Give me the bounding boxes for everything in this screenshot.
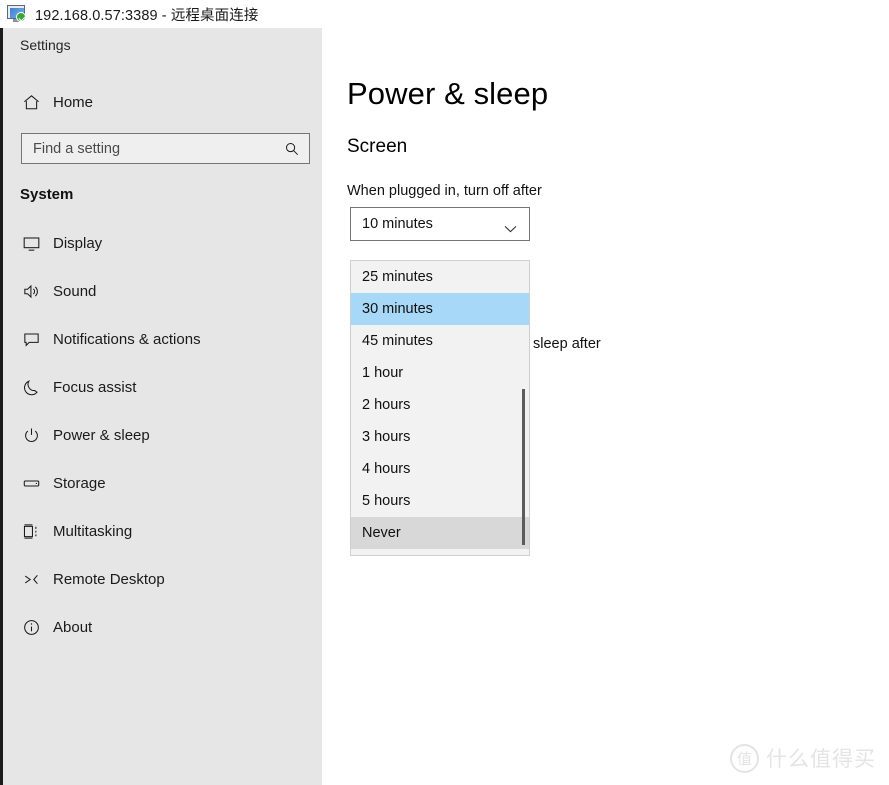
- sidebar-item-display[interactable]: Display: [3, 224, 322, 262]
- dropdown-option[interactable]: 45 minutes: [351, 325, 529, 357]
- settings-sidebar: Settings Home System: [3, 28, 322, 785]
- sidebar-item-multitasking[interactable]: Multitasking: [3, 512, 322, 550]
- dropdown-option[interactable]: 1 hour: [351, 357, 529, 389]
- chevron-down-icon[interactable]: [504, 220, 517, 233]
- sidebar-item-about-label: About: [53, 618, 93, 636]
- sidebar-item-notifications[interactable]: Notifications & actions: [3, 320, 322, 358]
- sidebar-item-storage-label: Storage: [53, 474, 106, 492]
- storage-icon: [20, 472, 42, 494]
- sidebar-item-multitasking-label: Multitasking: [53, 522, 133, 540]
- home-icon: [20, 91, 42, 113]
- section-heading-screen: Screen: [347, 136, 408, 157]
- sidebar-item-focus-assist-label: Focus assist: [53, 378, 137, 396]
- sidebar-item-home[interactable]: Home: [3, 83, 322, 121]
- sidebar-item-storage[interactable]: Storage: [3, 464, 322, 502]
- rdp-title-bar: 192.168.0.57:3389 - 远程桌面连接: [0, 0, 889, 28]
- dropdown-option[interactable]: 5 hours: [351, 485, 529, 517]
- main-content: Power & sleep Screen When plugged in, tu…: [325, 28, 889, 785]
- screen-turn-off-combobox-value: 10 minutes: [362, 216, 433, 232]
- sidebar-item-display-label: Display: [53, 234, 103, 252]
- monitor-icon: [20, 232, 42, 254]
- dropdown-scrollbar-thumb[interactable]: [522, 389, 525, 545]
- sidebar-item-focus-assist[interactable]: Focus assist: [3, 368, 322, 406]
- moon-icon: [20, 376, 42, 398]
- screen-turn-off-combobox[interactable]: 10 minutes: [350, 207, 530, 241]
- search-icon[interactable]: [284, 141, 300, 157]
- dropdown-option[interactable]: 2 hours: [351, 389, 529, 421]
- page-title: Power & sleep: [347, 76, 549, 111]
- sidebar-item-notifications-label: Notifications & actions: [53, 330, 201, 348]
- remote-desktop-arrows-icon: [20, 568, 42, 590]
- speaker-icon: [20, 280, 42, 302]
- dropdown-scrollbar[interactable]: [521, 261, 525, 555]
- dropdown-option-selected[interactable]: 30 minutes: [351, 293, 529, 325]
- notification-icon: [20, 328, 42, 350]
- multitasking-icon: [20, 520, 42, 542]
- search-box[interactable]: [21, 133, 310, 164]
- dropdown-option[interactable]: 4 hours: [351, 453, 529, 485]
- label-when-plugged-in-turn-off-after: When plugged in, turn off after: [347, 183, 542, 199]
- dropdown-option[interactable]: 3 hours: [351, 421, 529, 453]
- rdp-title-text: 192.168.0.57:3389 - 远程桌面连接: [35, 7, 259, 24]
- label-sleep-after-partial: sleep after: [533, 336, 601, 352]
- info-icon: [20, 616, 42, 638]
- sidebar-item-power-and-sleep[interactable]: Power & sleep: [3, 416, 322, 454]
- remote-desktop-icon: [7, 5, 27, 23]
- screen-turn-off-dropdown-list[interactable]: 25 minutes 30 minutes 45 minutes 1 hour …: [350, 260, 530, 556]
- sidebar-item-home-label: Home: [53, 93, 94, 111]
- dropdown-option-hovered[interactable]: Never: [351, 517, 529, 549]
- sidebar-item-power-and-sleep-label: Power & sleep: [53, 426, 150, 444]
- sidebar-item-remote-desktop-label: Remote Desktop: [53, 570, 165, 588]
- search-input[interactable]: [22, 134, 283, 163]
- sidebar-item-sound[interactable]: Sound: [3, 272, 322, 310]
- dropdown-option[interactable]: 25 minutes: [351, 261, 529, 293]
- sidebar-item-remote-desktop[interactable]: Remote Desktop: [3, 560, 322, 598]
- power-icon: [20, 424, 42, 446]
- sidebar-group-heading-system: System: [20, 186, 74, 203]
- sidebar-item-sound-label: Sound: [53, 282, 97, 300]
- settings-window-caption: Settings: [20, 37, 71, 53]
- settings-window: Settings Home System: [0, 28, 889, 785]
- sidebar-item-about[interactable]: About: [3, 608, 322, 646]
